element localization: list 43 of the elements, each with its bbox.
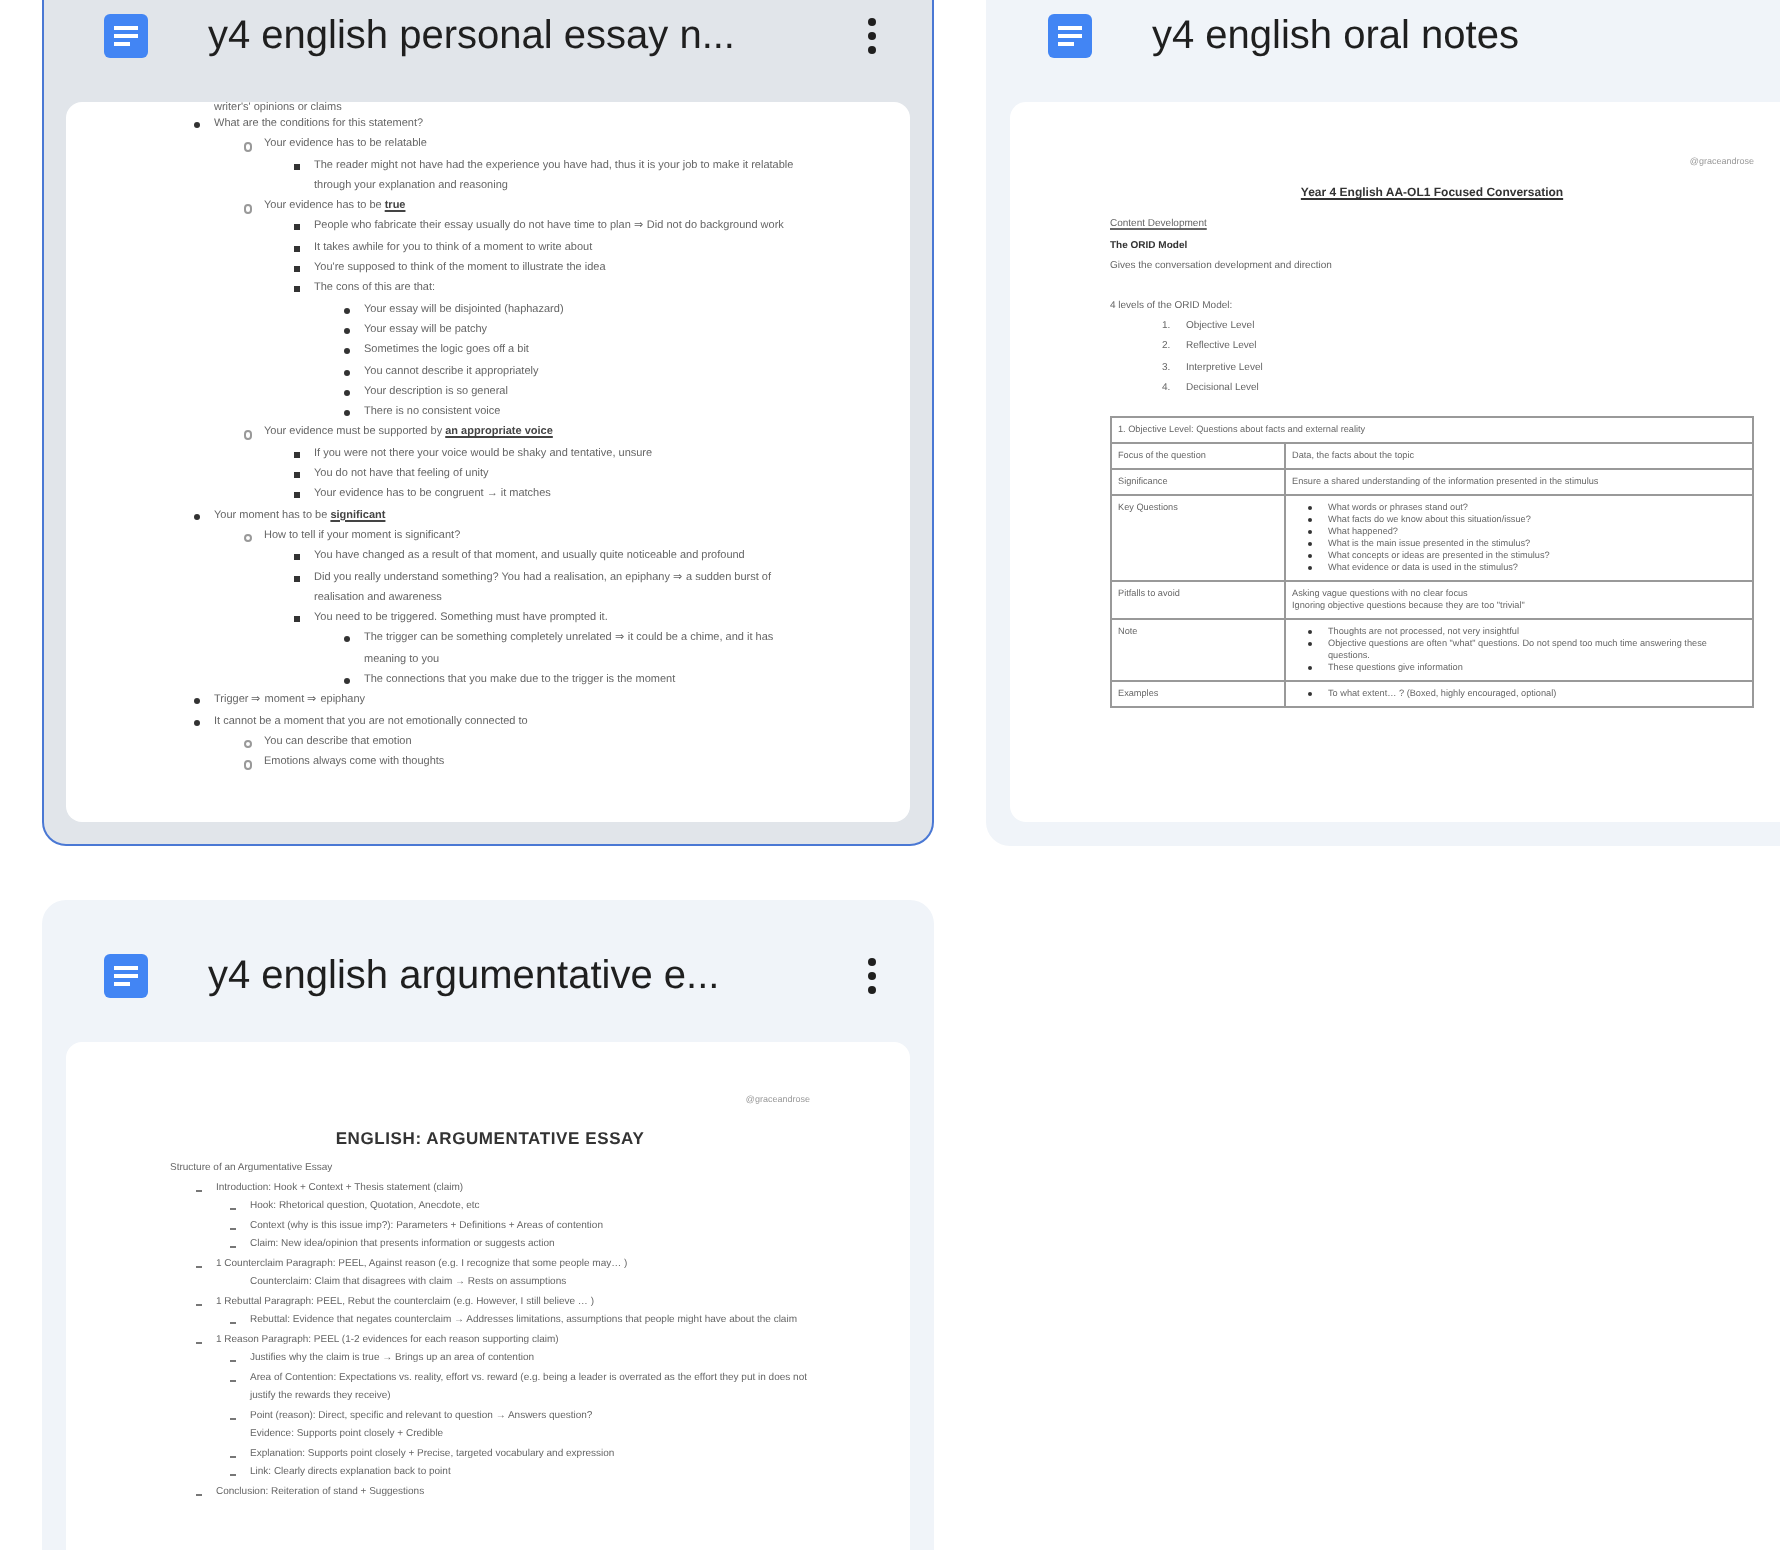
- document-heading: ENGLISH: ARGUMENTATIVE ESSAY: [333, 1129, 647, 1148]
- file-card[interactable]: [42, 0, 934, 846]
- bullet-icon: [344, 410, 350, 417]
- dash-icon: [230, 1322, 236, 1324]
- document-icon: [1046, 12, 1094, 60]
- document-icon: [102, 952, 150, 1000]
- bullet-icon: [294, 575, 300, 582]
- dash-icon: [230, 1208, 236, 1210]
- bullet-icon: [244, 430, 253, 440]
- bullet-icon: [294, 451, 300, 458]
- bullet-icon: [344, 348, 350, 355]
- bullet-icon: [344, 327, 350, 334]
- bullet-icon: [194, 719, 200, 726]
- bullet-icon: [244, 739, 253, 749]
- bullet-icon: [194, 513, 200, 520]
- bullet-icon: [344, 369, 350, 376]
- dash-icon: [230, 1246, 236, 1248]
- bullet-icon: [294, 245, 300, 252]
- bullet-icon: [194, 698, 200, 705]
- bullet-icon: [294, 554, 300, 561]
- file-title: y4 english personal essay n...: [208, 13, 737, 59]
- bullet-icon: [294, 224, 300, 231]
- bullet-icon: [344, 307, 350, 314]
- bullet-icon: [294, 163, 300, 170]
- bullet-icon: [244, 760, 253, 770]
- bullet-icon: [194, 122, 200, 128]
- bullet-icon: [344, 678, 350, 685]
- dash-icon: [230, 1360, 236, 1362]
- file-card[interactable]: [986, 0, 1780, 846]
- bullet-icon: [244, 533, 253, 543]
- bullet-icon: [294, 286, 300, 293]
- bullet-icon: [344, 389, 350, 396]
- bullet-icon: [294, 472, 300, 479]
- bullet-icon: [244, 142, 253, 152]
- file-title: y4 english oral notes: [1152, 13, 1521, 59]
- bullet-icon: [294, 266, 300, 273]
- bullet-icon: [294, 616, 300, 623]
- bullet-icon: [244, 204, 253, 214]
- bullet-icon: [344, 636, 350, 643]
- file-title: y4 english argumentative e...: [208, 953, 722, 999]
- dash-icon: [230, 1474, 236, 1476]
- document-icon: [102, 12, 150, 60]
- bullet-icon: [294, 492, 300, 499]
